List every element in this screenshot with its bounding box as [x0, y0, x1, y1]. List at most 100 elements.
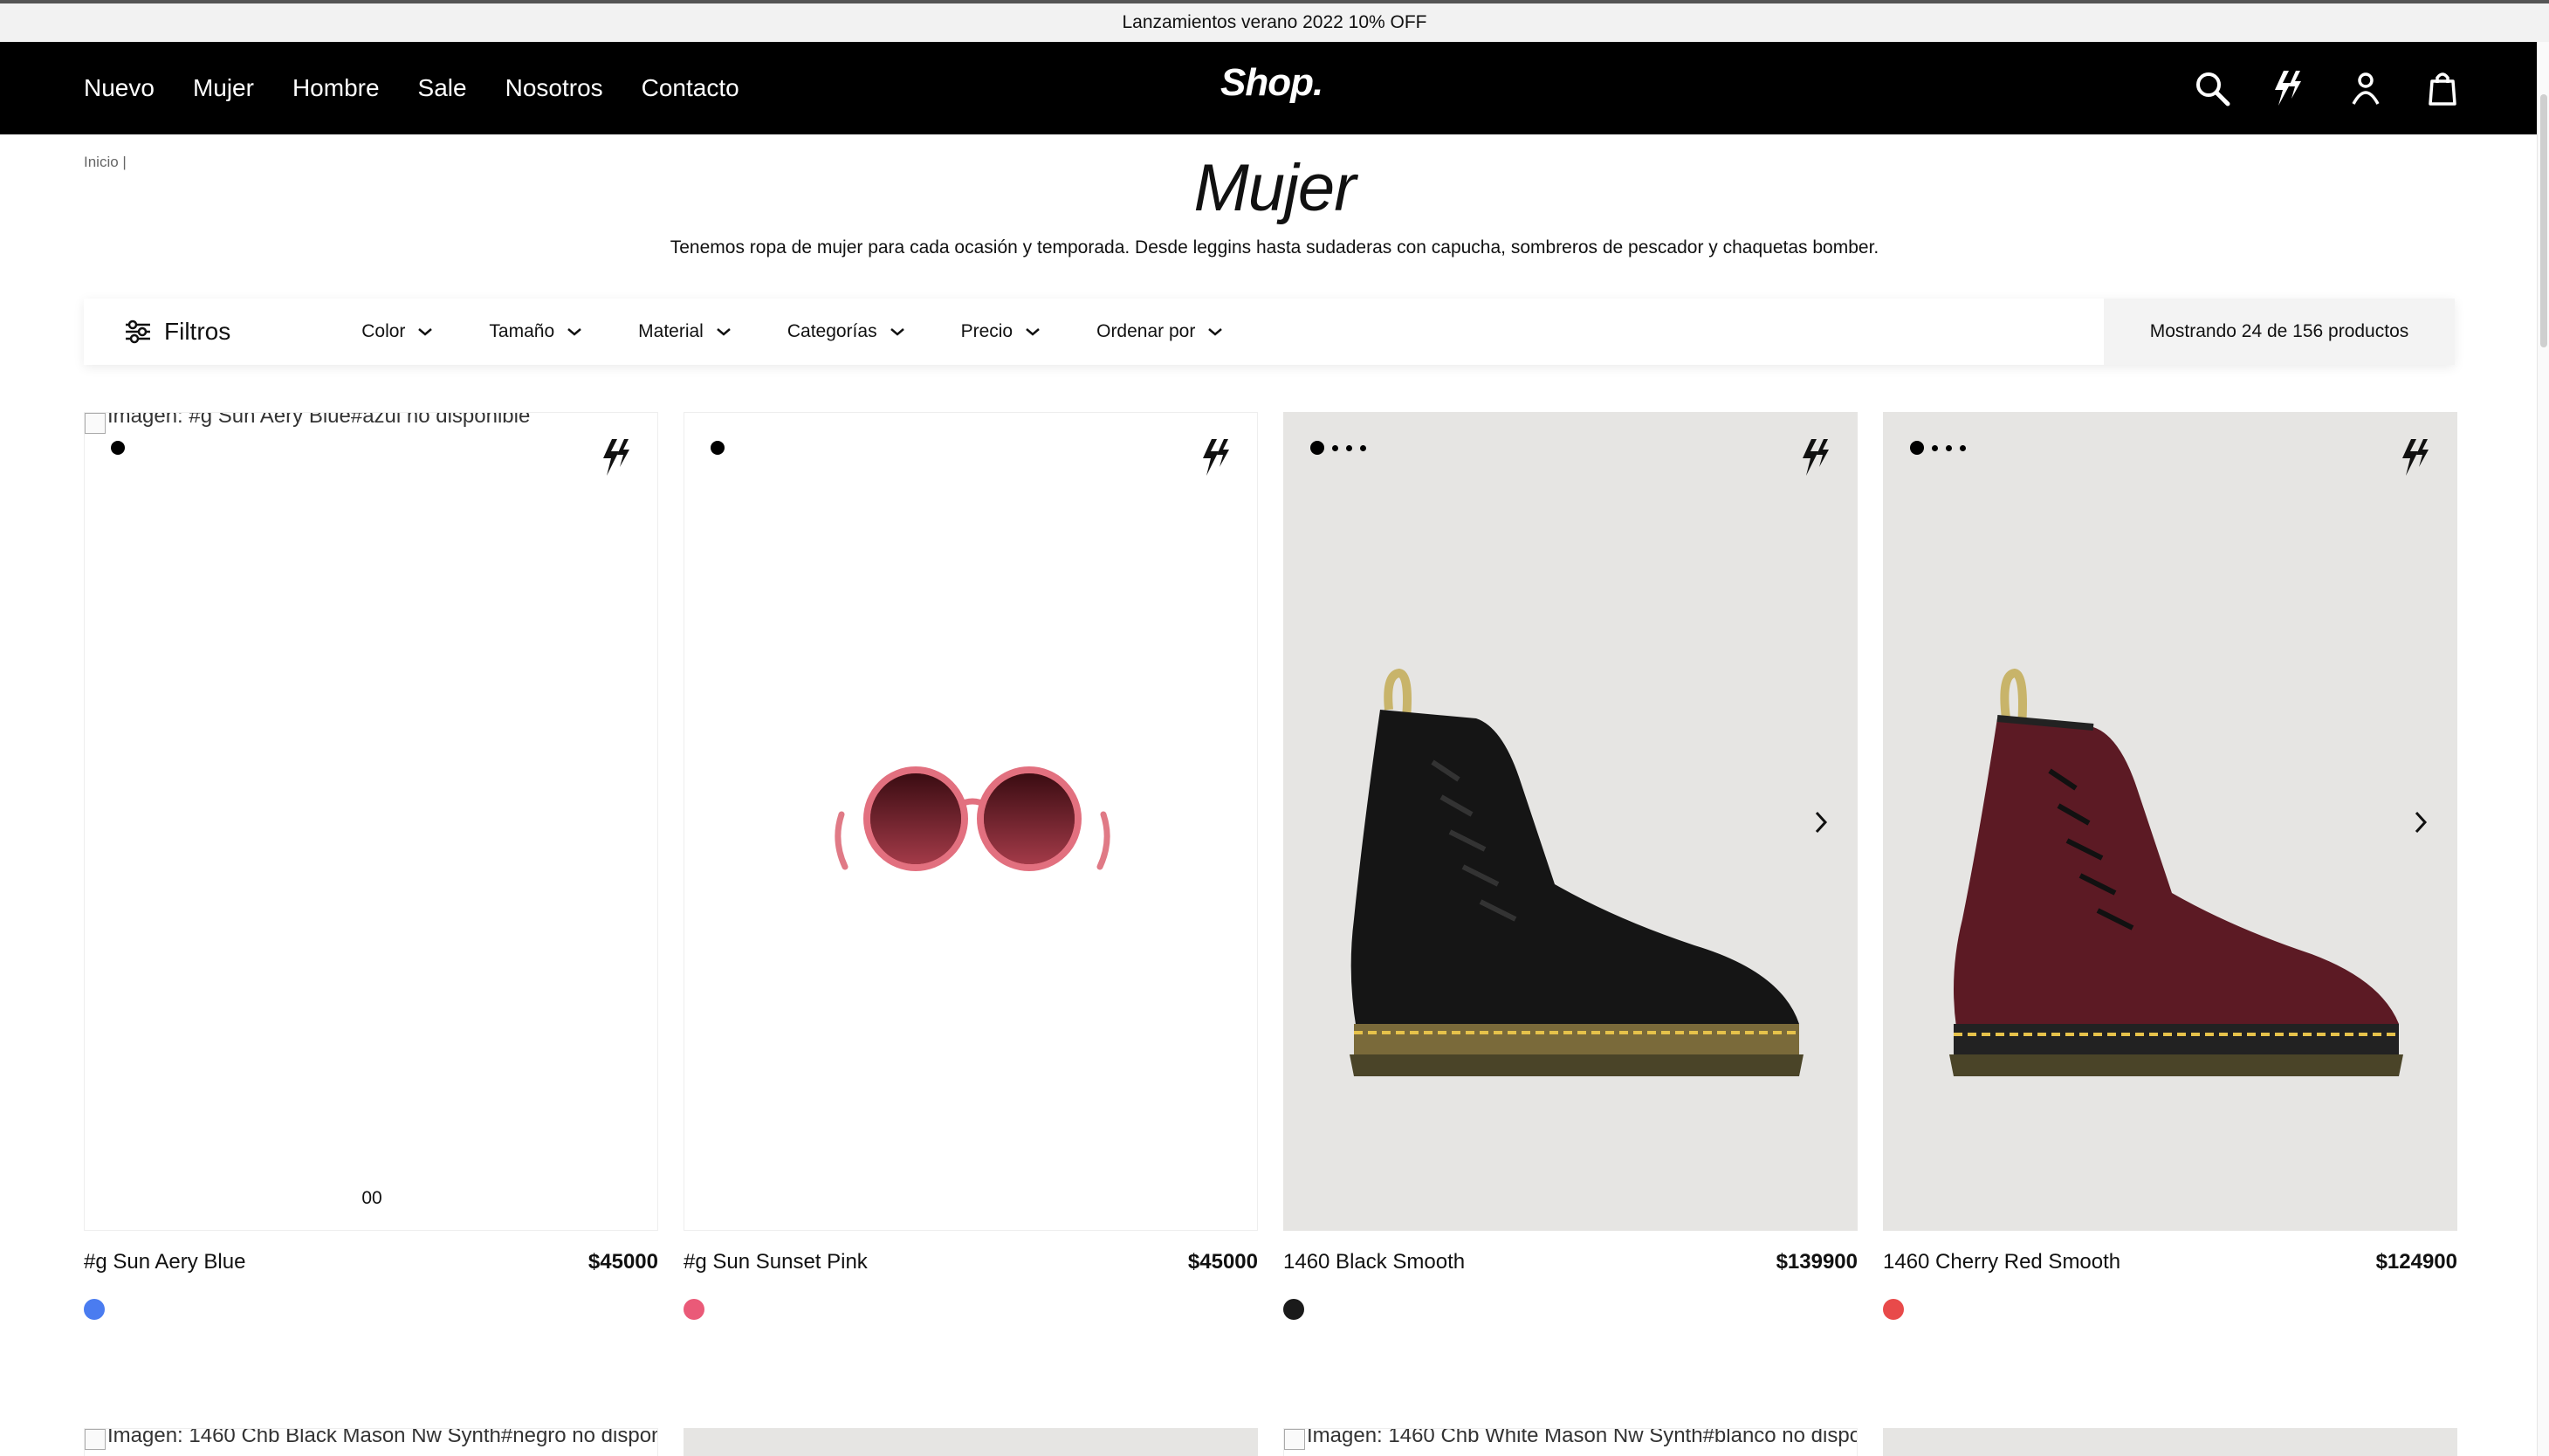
- filters-label: Filtros: [164, 318, 231, 345]
- product-image[interactable]: [684, 412, 1258, 1231]
- filter-size-label: Tamaño: [489, 321, 555, 341]
- carousel-dot[interactable]: [1910, 441, 1924, 455]
- carousel-dot[interactable]: [1332, 444, 1338, 451]
- product-name[interactable]: #g Sun Aery Blue: [84, 1250, 245, 1274]
- filter-material[interactable]: Material: [638, 321, 732, 342]
- chevron-down-icon: [1208, 328, 1223, 336]
- color-swatch[interactable]: [1283, 1299, 1304, 1320]
- nav-link-nosotros[interactable]: Nosotros: [505, 74, 603, 102]
- announcement-text: Lanzamientos verano 2022 10% OFF: [1122, 12, 1427, 32]
- filter-size[interactable]: Tamaño: [489, 321, 582, 342]
- carousel-dot[interactable]: [1360, 444, 1366, 451]
- filter-color[interactable]: Color: [361, 321, 433, 342]
- color-swatch[interactable]: [684, 1299, 704, 1320]
- product-card[interactable]: Imagen: 1460 Chb White Mason Nw Synth#bl…: [1283, 1428, 1858, 1456]
- results-count-text: Mostrando 24 de 156 productos: [2149, 321, 2409, 341]
- product-price: $45000: [587, 1250, 658, 1274]
- product-card[interactable]: 1460 Cherry Red Smooth $124900: [1883, 412, 2457, 1320]
- product-name[interactable]: 1460 Cherry Red Smooth: [1883, 1250, 2120, 1274]
- image-alt-text: Imagen: 1460 Chb White Mason Nw Synth#bl…: [1307, 1428, 1858, 1447]
- nav-link-contacto[interactable]: Contacto: [642, 74, 739, 102]
- product-price: $139900: [1776, 1250, 1858, 1274]
- product-image[interactable]: [1283, 412, 1858, 1231]
- sort-by[interactable]: Ordenar por: [1096, 321, 1223, 342]
- broken-image-icon: [85, 413, 106, 434]
- sliders-icon: [126, 319, 150, 344]
- product-info: #g Sun Sunset Pink $45000: [684, 1250, 1258, 1274]
- page-title: Mujer: [1193, 151, 1356, 225]
- filter-material-label: Material: [638, 321, 704, 341]
- carousel-dot[interactable]: [1310, 441, 1324, 455]
- color-swatch[interactable]: [1883, 1299, 1904, 1320]
- carousel-dots: [1910, 441, 1966, 455]
- product-card[interactable]: 1460 Black Smooth $139900: [1283, 412, 1858, 1320]
- carousel-dot[interactable]: [1932, 444, 1938, 451]
- product-name[interactable]: #g Sun Sunset Pink: [684, 1250, 868, 1274]
- carousel-dot[interactable]: [1960, 444, 1966, 451]
- product-price: $124900: [2375, 1250, 2457, 1274]
- product-card[interactable]: Imagen: #g Sun Aery Blue#azul no disponi…: [84, 412, 658, 1320]
- product-info: 1460 Black Smooth $139900: [1283, 1250, 1858, 1274]
- next-image-icon[interactable]: [2408, 807, 2434, 837]
- chevron-down-icon: [418, 328, 433, 336]
- carousel-dot[interactable]: [711, 441, 725, 455]
- next-image-icon[interactable]: [1808, 807, 1834, 837]
- filter-color-label: Color: [361, 321, 406, 341]
- sunglasses-image: [835, 766, 1110, 871]
- announcement-bar: Lanzamientos verano 2022 10% OFF: [0, 0, 2549, 42]
- chevron-down-icon: [890, 328, 904, 336]
- carousel-dots: [711, 441, 725, 455]
- main-navbar: Nuevo Mujer Hombre Sale Nosotros Contact…: [0, 42, 2549, 134]
- broken-image-icon: [1284, 1429, 1305, 1450]
- product-info: 1460 Cherry Red Smooth $124900: [1883, 1250, 2457, 1274]
- sort-by-label: Ordenar por: [1096, 321, 1196, 341]
- image-counter: 00: [361, 1188, 382, 1208]
- product-price: $45000: [1187, 1250, 1258, 1274]
- results-count: Mostrando 24 de 156 productos: [2104, 299, 2455, 365]
- nav-link-hombre[interactable]: Hombre: [292, 74, 380, 102]
- carousel-dot[interactable]: [1946, 444, 1952, 451]
- filter-categories-label: Categorías: [787, 321, 877, 341]
- nav-link-mujer[interactable]: Mujer: [193, 74, 254, 102]
- filters-button[interactable]: Filtros: [124, 318, 230, 346]
- nav-link-nuevo[interactable]: Nuevo: [84, 74, 155, 102]
- filter-categories[interactable]: Categorías: [787, 321, 905, 342]
- black-boot-image: [1350, 668, 1804, 1076]
- broken-image-icon: [85, 1429, 106, 1450]
- color-swatch[interactable]: [84, 1299, 105, 1320]
- lightning-icon[interactable]: [600, 437, 635, 477]
- filter-dropdowns: Color Tamaño Material Categorías Precio …: [361, 321, 1223, 342]
- nav-links: Nuevo Mujer Hombre Sale Nosotros Contact…: [84, 42, 778, 134]
- product-card[interactable]: [1883, 1428, 2457, 1456]
- product-image[interactable]: [1883, 412, 2457, 1231]
- bag-icon[interactable]: [2423, 69, 2462, 107]
- product-card[interactable]: #g Sun Sunset Pink $45000: [684, 412, 1258, 1320]
- nav-icons: [2193, 42, 2462, 134]
- filter-price[interactable]: Precio: [961, 321, 1041, 342]
- lightning-icon[interactable]: [2270, 69, 2308, 107]
- filter-bar: Filtros Color Tamaño Material Categorías…: [84, 299, 2455, 365]
- cherry-red-boot-image: [1949, 668, 2403, 1076]
- carousel-dots: [111, 441, 125, 455]
- chevron-down-icon: [567, 328, 581, 336]
- nav-link-sale[interactable]: Sale: [418, 74, 467, 102]
- shop-logo[interactable]: Shop.: [1220, 61, 1323, 105]
- search-icon[interactable]: [2193, 69, 2231, 107]
- carousel-dot[interactable]: [111, 441, 125, 455]
- product-card[interactable]: [684, 1428, 1258, 1456]
- user-icon[interactable]: [2346, 69, 2385, 107]
- lightning-icon[interactable]: [2399, 437, 2434, 477]
- chevron-down-icon: [717, 328, 731, 336]
- product-info: #g Sun Aery Blue $45000: [84, 1250, 658, 1274]
- page-description: Tenemos ropa de mujer para cada ocasión …: [670, 237, 1879, 258]
- carousel-dot[interactable]: [1346, 444, 1352, 451]
- image-alt-text: Imagen: 1460 Chb Black Mason Nw Synth#ne…: [107, 1428, 658, 1447]
- product-image[interactable]: Imagen: #g Sun Aery Blue#azul no disponi…: [84, 412, 658, 1231]
- lightning-icon[interactable]: [1199, 437, 1234, 477]
- product-name[interactable]: 1460 Black Smooth: [1283, 1250, 1465, 1274]
- carousel-dots: [1310, 441, 1366, 455]
- product-card[interactable]: Imagen: 1460 Chb Black Mason Nw Synth#ne…: [84, 1428, 658, 1456]
- filter-price-label: Precio: [960, 321, 1013, 341]
- lightning-icon[interactable]: [1799, 437, 1834, 477]
- chevron-down-icon: [1026, 328, 1040, 336]
